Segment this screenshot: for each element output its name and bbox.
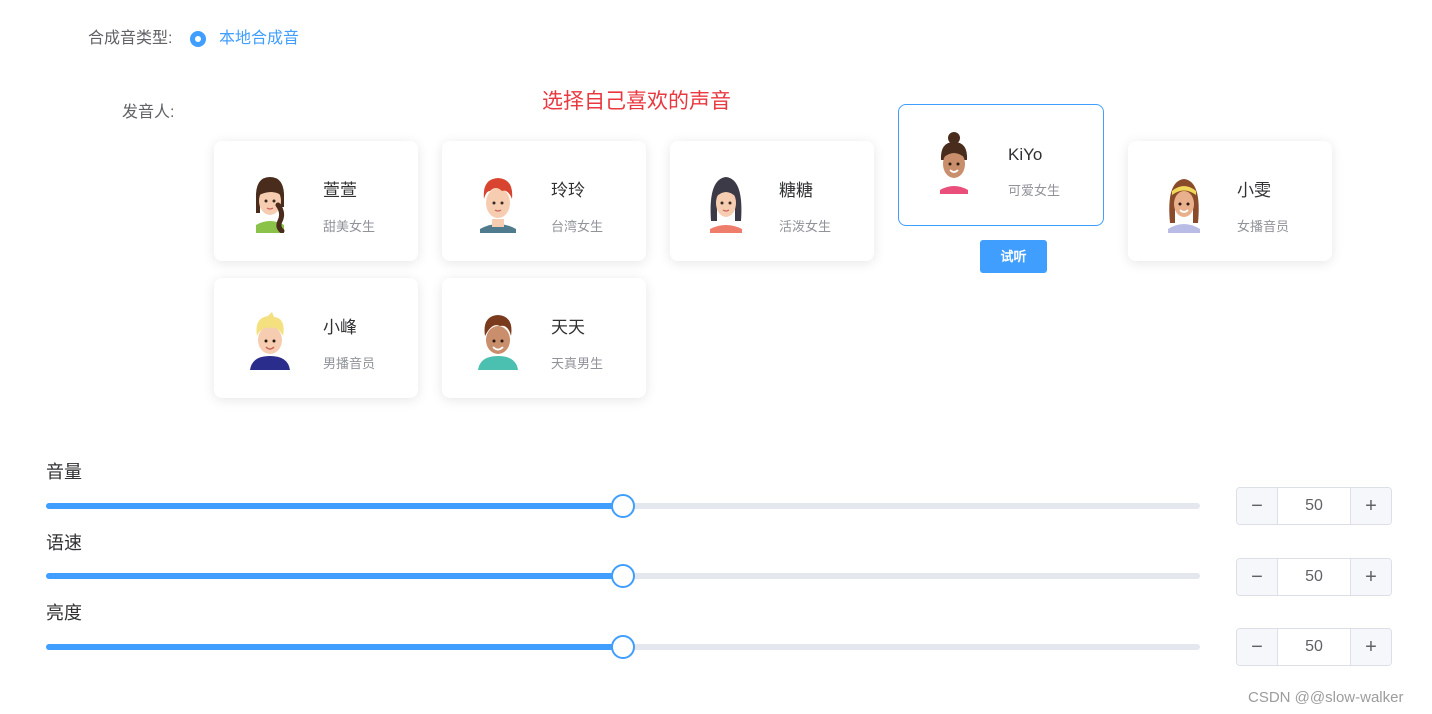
volume-label: 音量 (46, 462, 82, 482)
voice-name: 玲玲 (551, 181, 585, 200)
voice-name: 小雯 (1237, 181, 1271, 200)
speed-slider-fill (46, 573, 623, 579)
voice-name: 萱萱 (323, 181, 357, 200)
voice-card-selected[interactable]: KiYo 可爱女生 (898, 104, 1104, 226)
local-synthesis-radio[interactable] (190, 31, 206, 47)
voice-hint-text: 选择自己喜欢的声音 (542, 90, 731, 113)
speed-stepper[interactable]: − + (1236, 558, 1392, 596)
girl-braid-avatar-icon (255, 177, 285, 233)
voice-card[interactable]: 玲玲 台湾女生 (442, 141, 646, 261)
voice-description: 甜美女生 (323, 219, 376, 234)
speaker-label: 发音人: (122, 104, 175, 121)
brightness-decrement-button[interactable]: − (1237, 629, 1278, 665)
volume-value-input[interactable] (1278, 488, 1350, 524)
voice-card[interactable]: 天天 天真男生 (442, 278, 646, 398)
voice-name: 糖糖 (779, 181, 813, 200)
voice-description: 男播音员 (323, 356, 376, 371)
volume-slider-thumb[interactable] (611, 494, 635, 518)
brightness-increment-button[interactable]: + (1350, 629, 1391, 665)
brightness-stepper[interactable]: − + (1236, 628, 1392, 666)
voice-name: KiYo (1008, 145, 1043, 164)
voice-description: 女播音员 (1237, 219, 1290, 234)
volume-slider-fill (46, 503, 623, 509)
voice-name: 天天 (551, 318, 585, 337)
volume-stepper[interactable]: − + (1236, 487, 1392, 525)
voice-card[interactable]: 糖糖 活泼女生 (670, 141, 874, 261)
volume-slider[interactable] (46, 494, 1200, 518)
voice-description: 台湾女生 (551, 219, 604, 234)
brightness-slider[interactable] (46, 635, 1200, 659)
synthesis-type-label: 合成音类型: (88, 30, 173, 47)
voice-card[interactable]: 萱萱 甜美女生 (214, 141, 418, 261)
voice-card[interactable]: 小峰 男播音员 (214, 278, 418, 398)
speed-decrement-button[interactable]: − (1237, 559, 1278, 595)
voice-card[interactable]: 小雯 女播音员 (1128, 141, 1332, 261)
volume-decrement-button[interactable]: − (1237, 488, 1278, 524)
girl-headband-avatar-icon (1168, 179, 1200, 233)
girl-darkhair-avatar-icon (710, 177, 742, 233)
brightness-slider-thumb[interactable] (611, 635, 635, 659)
boy-blonde-avatar-icon (250, 312, 290, 370)
brightness-slider-fill (46, 644, 623, 650)
local-synthesis-radio-label[interactable]: 本地合成音 (219, 28, 299, 50)
voice-name: 小峰 (323, 318, 357, 337)
voice-description: 天真男生 (551, 356, 604, 371)
speed-increment-button[interactable]: + (1350, 559, 1391, 595)
volume-increment-button[interactable]: + (1350, 488, 1391, 524)
listen-button[interactable]: 试听 (980, 240, 1047, 273)
boy-brownhair-avatar-icon (478, 315, 518, 370)
brightness-label: 亮度 (46, 603, 82, 623)
speed-slider[interactable] (46, 564, 1200, 588)
brightness-value-input[interactable] (1278, 629, 1350, 665)
speed-value-input[interactable] (1278, 559, 1350, 595)
girl-redhair-avatar-icon (480, 178, 516, 233)
voice-description: 可爱女生 (1008, 183, 1061, 198)
voice-description: 活泼女生 (779, 219, 832, 234)
speed-label: 语速 (46, 533, 82, 553)
watermark-text: CSDN @@slow-walker (1248, 689, 1404, 706)
speed-slider-thumb[interactable] (611, 564, 635, 588)
girl-bun-avatar-icon (940, 132, 968, 194)
